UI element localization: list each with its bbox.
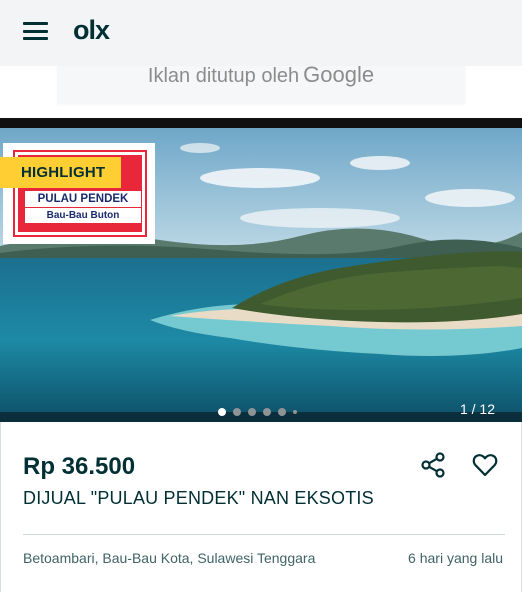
listing-posted-date: 6 hari yang lalu <box>408 550 503 566</box>
top-app-bar: olx <box>0 0 522 66</box>
divider <box>23 534 505 535</box>
ad-closed-label: Iklan ditutup oleh <box>147 65 300 87</box>
listing-location: Betoambari, Bau-Bau Kota, Sulawesi Tengg… <box>23 550 316 566</box>
thumbnail-subtitle: Bau-Bau Buton <box>25 208 141 223</box>
highlight-badge: HIGHLIGHT <box>0 157 121 188</box>
listing-details-card: Rp 36.500 DIJUAL "PULAU PENDEK" NAN EKSO… <box>0 422 522 592</box>
share-icon[interactable] <box>420 451 448 479</box>
pagination-dot-small[interactable] <box>293 410 297 414</box>
pagination-dot[interactable] <box>278 408 286 416</box>
thumbnail-title: PULAU PENDEK <box>25 191 141 207</box>
ad-area: Iklan ditutup oleh Google <box>0 62 522 118</box>
ad-closed-card: Iklan ditutup oleh Google <box>57 62 465 104</box>
image-counter: 1 / 12 <box>459 401 495 417</box>
hamburger-menu-icon[interactable] <box>23 22 48 40</box>
image-gallery[interactable]: PULAU PENDEK Bau-Bau Buton HIGHLIGHT 1 /… <box>0 118 522 422</box>
pagination-dot[interactable] <box>233 408 241 416</box>
google-brand: Google <box>303 62 375 87</box>
ad-closed-text: Iklan ditutup oleh Google <box>148 62 374 88</box>
pagination-dot[interactable] <box>263 408 271 416</box>
gallery-pagination[interactable] <box>218 408 304 416</box>
listing-price: Rp 36.500 <box>23 453 136 480</box>
pagination-dot[interactable] <box>248 408 256 416</box>
listing-title: DIJUAL "PULAU PENDEK" NAN EKSOTIS <box>23 488 374 508</box>
pagination-dot-active[interactable] <box>218 408 226 416</box>
heart-icon[interactable] <box>471 451 499 479</box>
olx-logo[interactable]: olx <box>73 15 110 46</box>
